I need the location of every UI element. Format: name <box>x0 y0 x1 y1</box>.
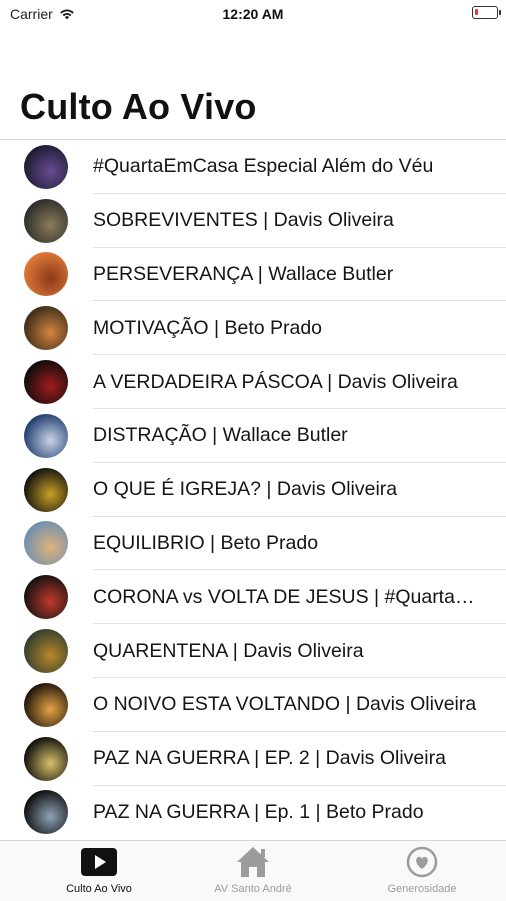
list-item[interactable]: PERSEVERANÇA | Wallace Butler <box>0 248 506 302</box>
status-time: 12:20 AM <box>222 6 284 22</box>
list-item-title: PERSEVERANÇA | Wallace Butler <box>93 262 394 285</box>
tab-bar: Culto Ao Vivo AV Santo André Generosidad… <box>0 840 506 901</box>
list-item-title: O NOIVO ESTA VOLTANDO | Davis Oliveira <box>93 693 477 716</box>
video-thumbnail <box>24 682 68 727</box>
list-item[interactable]: EQUILIBRIO | Beto Prado <box>0 517 506 571</box>
home-icon <box>169 845 337 879</box>
list-item[interactable]: SOBREVIVENTES | Davis Oliveira <box>0 194 506 248</box>
list-item-title: DISTRAÇÃO | Wallace Butler <box>93 424 348 447</box>
list-item[interactable]: #QuartaEmCasa Especial Além do Véu <box>0 140 506 194</box>
video-thumbnail <box>24 360 68 405</box>
list-item[interactable]: QUARENTENA | Davis Oliveira <box>0 624 506 678</box>
video-thumbnail <box>24 521 68 566</box>
status-bar: Carrier 12:20 AM <box>0 0 506 28</box>
video-thumbnail <box>24 413 68 458</box>
list-item[interactable]: MOTIVAÇÃO | Beto Prado <box>0 301 506 355</box>
list-item[interactable]: PAZ NA GUERRA | EP. 2 | Davis Oliveira <box>0 732 506 786</box>
list-item-title: CORONA vs VOLTA DE JESUS | #QuartaEmCasa <box>93 585 483 608</box>
tab-culto-ao-vivo[interactable]: Culto Ao Vivo <box>15 845 183 895</box>
list-item-title: A VERDADEIRA PÁSCOA | Davis Oliveira <box>93 370 458 393</box>
video-list[interactable]: #QuartaEmCasa Especial Além do Véu SOBREV… <box>0 140 506 839</box>
video-thumbnail <box>24 306 68 351</box>
list-item[interactable]: O QUE É IGREJA? | Davis Oliveira <box>0 463 506 517</box>
play-icon <box>15 845 183 879</box>
heart-icon <box>338 845 506 879</box>
tab-label: AV Santo André <box>214 883 292 895</box>
video-thumbnail <box>24 575 68 620</box>
list-item[interactable]: CORONA vs VOLTA DE JESUS | #QuartaEmCasa <box>0 570 506 624</box>
tab-label: Generosidade <box>387 883 457 895</box>
list-item-title: SOBREVIVENTES | Davis Oliveira <box>93 209 394 232</box>
list-item-title: #QuartaEmCasa Especial Além do Véu <box>93 155 434 178</box>
tab-label: Culto Ao Vivo <box>66 883 132 895</box>
video-thumbnail <box>24 629 68 674</box>
video-thumbnail <box>24 144 68 189</box>
list-item-title: MOTIVAÇÃO | Beto Prado <box>93 316 323 339</box>
list-item-title: EQUILIBRIO | Beto Prado <box>93 531 319 554</box>
list-item-title: PAZ NA GUERRA | EP. 2 | Davis Oliveira <box>93 747 446 770</box>
list-item-title: QUARENTENA | Davis Oliveira <box>93 639 364 662</box>
page-title: Culto Ao Vivo <box>20 86 257 127</box>
tab-av-santo-andre[interactable]: AV Santo André <box>169 845 337 895</box>
list-item[interactable]: PAZ NA GUERRA | Ep. 1 | Beto Prado <box>0 786 506 840</box>
tab-generosidade[interactable]: Generosidade <box>338 845 506 895</box>
list-item-title: O QUE É IGREJA? | Davis Oliveira <box>93 478 398 501</box>
list-item[interactable]: A VERDADEIRA PÁSCOA | Davis Oliveira <box>0 355 506 409</box>
video-thumbnail <box>24 467 68 512</box>
list-item[interactable]: DISTRAÇÃO | Wallace Butler <box>0 409 506 463</box>
video-thumbnail <box>24 736 68 781</box>
list-item-title: PAZ NA GUERRA | Ep. 1 | Beto Prado <box>93 800 424 823</box>
video-thumbnail <box>24 790 68 835</box>
list-item[interactable]: O NOIVO ESTA VOLTANDO | Davis Oliveira <box>0 678 506 732</box>
battery-icon <box>472 6 501 19</box>
video-thumbnail <box>24 252 68 297</box>
video-thumbnail <box>24 198 68 243</box>
